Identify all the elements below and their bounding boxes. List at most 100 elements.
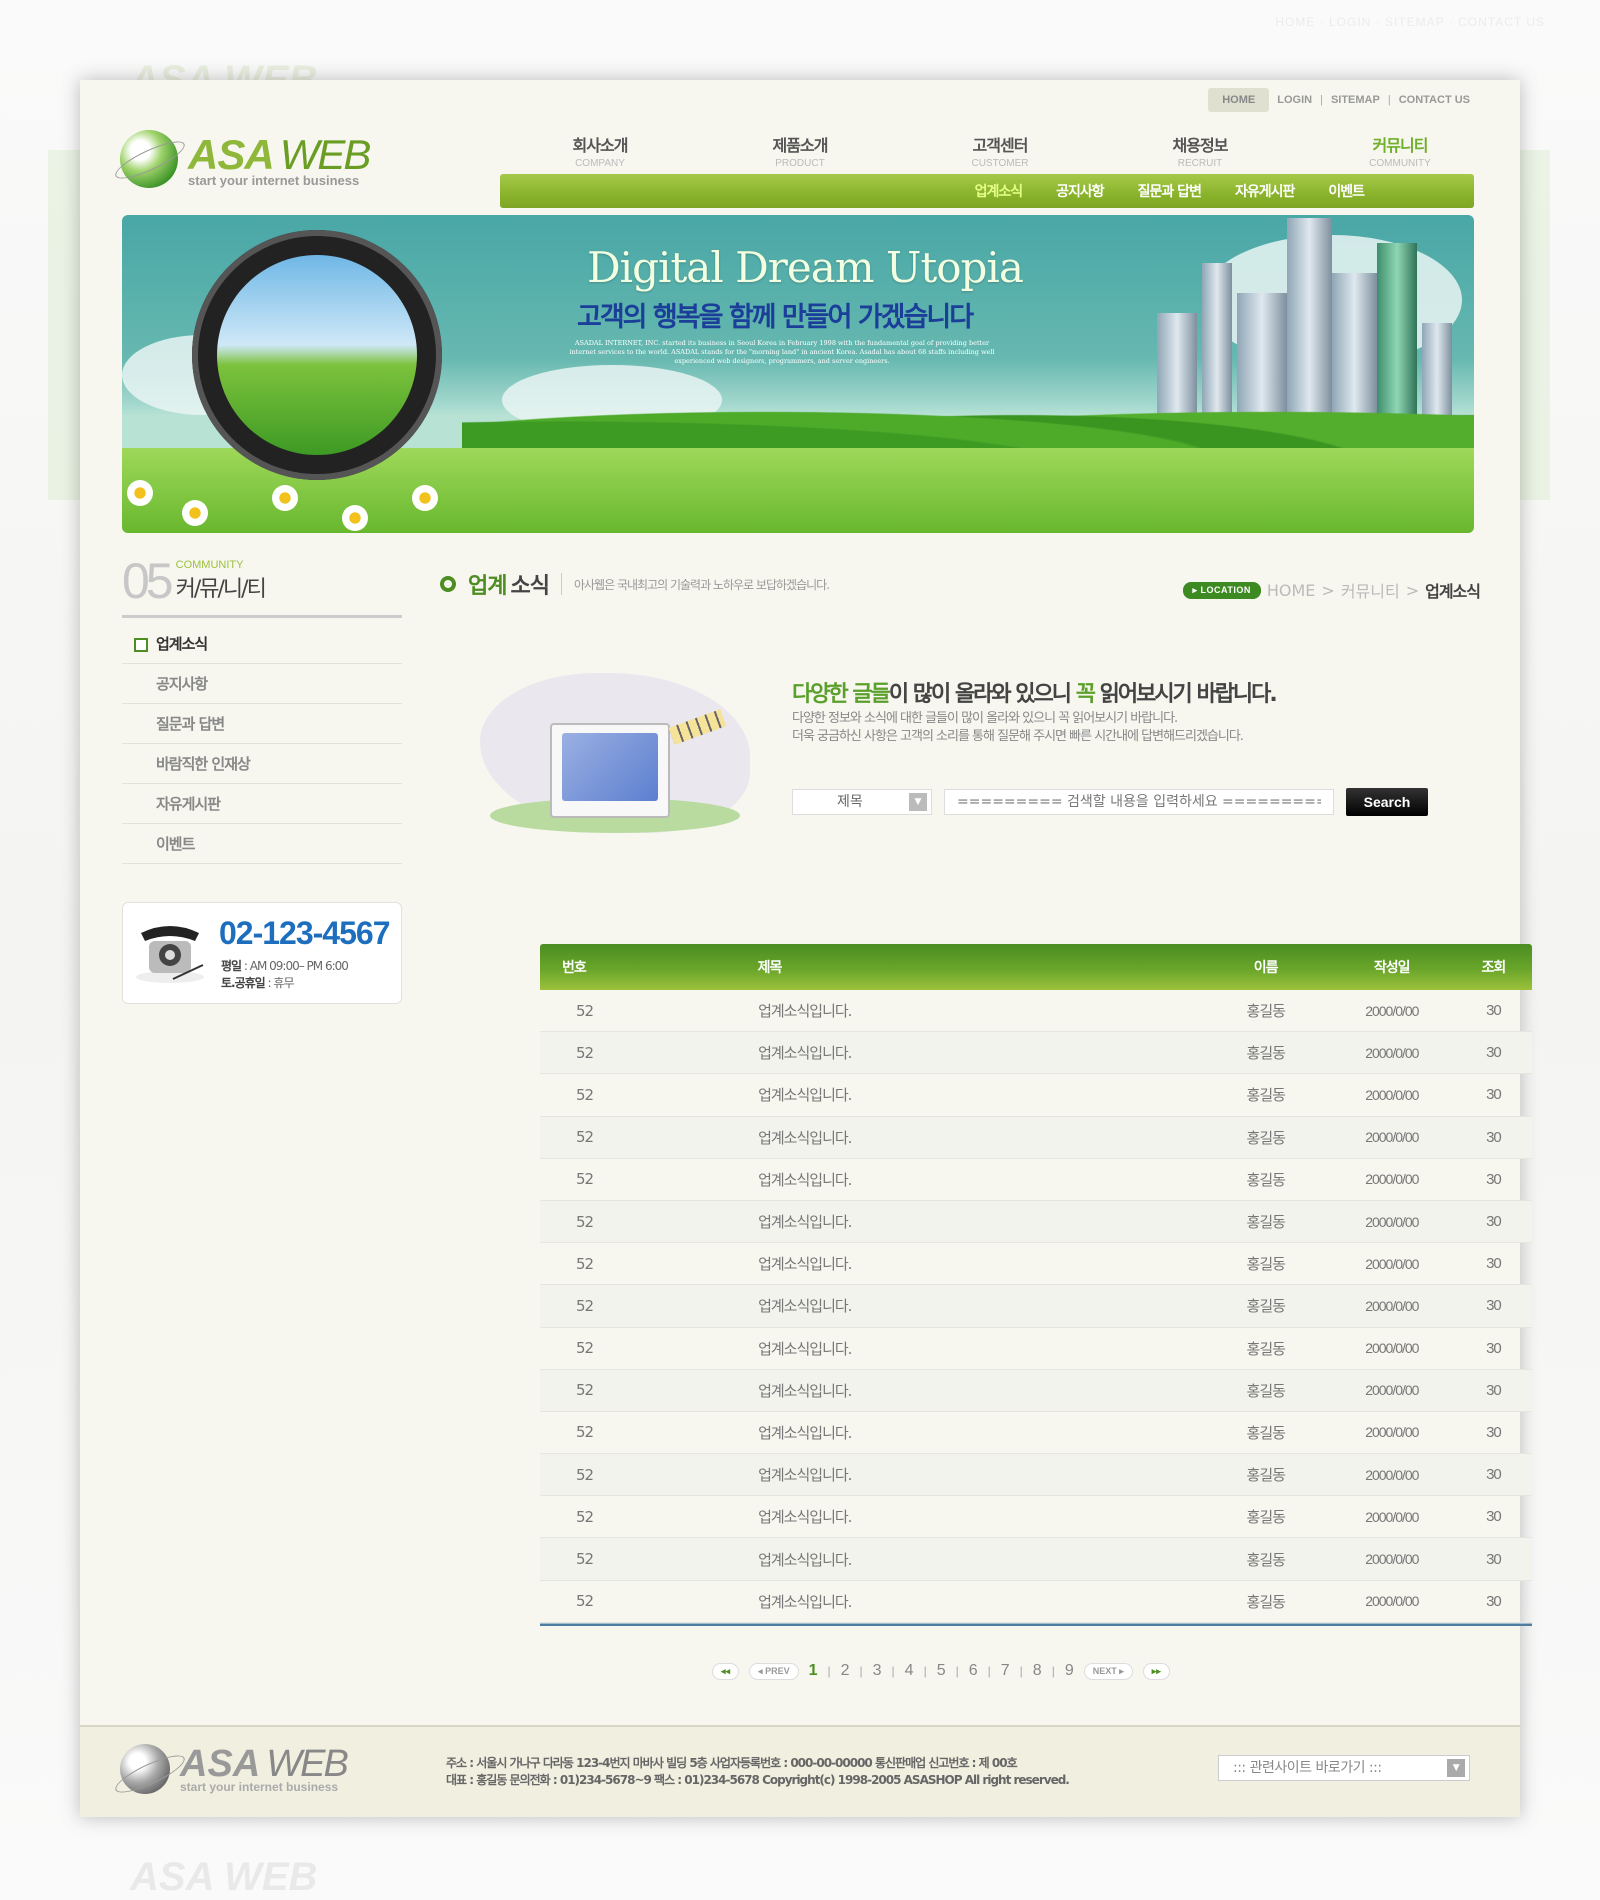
table-row[interactable]: 52 업계소식입니다. 홍길동 2000/0/00 30 <box>540 1243 1532 1286</box>
row-title[interactable]: 업계소식입니다. <box>628 1042 1173 1063</box>
sidebar-item-ideal-talent[interactable]: 바람직한 인재상 <box>122 744 402 784</box>
subnav-notice[interactable]: 공지사항 <box>1056 181 1105 201</box>
table-row[interactable]: 52 업계소식입니다. 홍길동 2000/0/00 30 <box>540 990 1532 1033</box>
breadcrumb-community[interactable]: 커뮤니티 <box>1341 578 1400 602</box>
footer-logo-asa: ASA <box>180 1743 261 1785</box>
page-3-link[interactable]: 3 <box>873 1662 882 1680</box>
row-author: 홍길동 <box>1246 1128 1286 1147</box>
sidebar-item-industry-news[interactable]: 업계소식 <box>122 624 402 664</box>
next-page-button[interactable]: NEXT ▸ <box>1083 1662 1133 1680</box>
nav-company[interactable]: 회사소개 COMPANY <box>500 132 700 169</box>
last-page-button[interactable]: ▸▸ <box>1142 1662 1170 1680</box>
table-row[interactable]: 52 업계소식입니다. 홍길동 2000/0/00 30 <box>540 1159 1532 1201</box>
page-9-link[interactable]: 9 <box>1065 1662 1074 1680</box>
breadcrumb-home[interactable]: HOME <box>1267 581 1316 600</box>
table-row[interactable]: 52 업계소식입니다. 홍길동 2000/0/00 30 <box>540 1496 1532 1539</box>
first-page-button[interactable]: ◂◂ <box>712 1662 740 1680</box>
page-2-link[interactable]: 2 <box>841 1662 850 1680</box>
row-title[interactable]: 업계소식입니다. <box>628 1211 1173 1232</box>
sitemap-link[interactable]: SITEMAP <box>1331 94 1380 106</box>
table-row[interactable]: 52 업계소식입니다. 홍길동 2000/0/00 30 <box>540 1032 1532 1075</box>
row-date: 2000/0/00 <box>1365 1171 1419 1188</box>
table-row[interactable]: 52 업계소식입니다. 홍길동 2000/0/00 30 <box>540 1581 1532 1623</box>
row-number: 52 <box>576 1170 594 1189</box>
page-5-link[interactable]: 5 <box>937 1662 946 1680</box>
row-title[interactable]: 업계소식입니다. <box>628 1127 1173 1148</box>
table-row[interactable]: 52 업계소식입니다. 홍길동 2000/0/00 30 <box>540 1538 1532 1581</box>
row-date: 2000/0/00 <box>1365 1086 1419 1103</box>
row-title[interactable]: 업계소식입니다. <box>628 1549 1173 1570</box>
subnav-industry-news[interactable]: 업계소식 <box>975 181 1024 201</box>
page-separator: | <box>859 1664 863 1678</box>
page-4-link[interactable]: 4 <box>905 1662 914 1680</box>
logo[interactable]: ASA WEB start your internet business <box>120 130 371 188</box>
page-separator: | <box>827 1664 831 1678</box>
chevron-down-icon: ▼ <box>1447 1759 1465 1777</box>
subnav-qna[interactable]: 질문과 답변 <box>1138 181 1202 201</box>
prev-page-button[interactable]: ◂ PREV <box>749 1662 799 1680</box>
daisy <box>412 485 438 511</box>
breadcrumb: ▸ LOCATION HOME > 커뮤니티 > 업계소식 <box>1182 578 1481 602</box>
row-number: 52 <box>576 1085 594 1104</box>
row-title[interactable]: 업계소식입니다. <box>628 1422 1173 1443</box>
subnav-free-board[interactable]: 자유게시판 <box>1235 181 1295 201</box>
sidebar-item-qna[interactable]: 질문과 답변 <box>122 704 402 744</box>
sidebar-item-notice[interactable]: 공지사항 <box>122 664 402 704</box>
related-sites-select[interactable]: ::: 관련사이트 바로가기 ::: ▼ <box>1218 1755 1470 1781</box>
table-header: 번호 제목 이름 작성일 조회 <box>540 944 1532 990</box>
page-8-link[interactable]: 8 <box>1033 1662 1042 1680</box>
address-line-2: 대표 : 홍길동 문의전화 : 01)234-5678~9 팩스 : 01)23… <box>446 1773 1070 1787</box>
table-row[interactable]: 52 업계소식입니다. 홍길동 2000/0/00 30 <box>540 1412 1532 1455</box>
nav-recruit[interactable]: 채용정보 RECRUIT <box>1100 132 1300 169</box>
nav-product[interactable]: 제품소개 PRODUCT <box>700 132 900 169</box>
row-date: 2000/0/00 <box>1365 1297 1419 1314</box>
table-row[interactable]: 52 업계소식입니다. 홍길동 2000/0/00 30 <box>540 1285 1532 1328</box>
row-title[interactable]: 업계소식입니다. <box>628 1380 1173 1401</box>
row-title[interactable]: 업계소식입니다. <box>628 1295 1173 1316</box>
daisy <box>342 505 368 531</box>
search-button[interactable]: Search <box>1346 788 1428 816</box>
page-7-link[interactable]: 7 <box>1001 1662 1010 1680</box>
page-1-link[interactable]: 1 <box>809 1662 818 1680</box>
nav-customer[interactable]: 고객센터 CUSTOMER <box>900 132 1100 169</box>
footer-logo: ASA WEB start your internet business <box>120 1743 349 1794</box>
row-views: 30 <box>1486 1423 1502 1441</box>
search-field-select[interactable]: 제목 ▼ <box>792 789 932 815</box>
subnav-event[interactable]: 이벤트 <box>1328 181 1365 201</box>
location-badge: ▸ LOCATION <box>1182 581 1261 599</box>
row-title[interactable]: 업계소식입니다. <box>628 1253 1173 1274</box>
row-title[interactable]: 업계소식입니다. <box>628 1506 1173 1527</box>
table-row[interactable]: 52 업계소식입니다. 홍길동 2000/0/00 30 <box>540 1074 1532 1117</box>
related-sites-value: ::: 관련사이트 바로가기 ::: <box>1233 1760 1382 1776</box>
separator: | <box>1387 94 1391 106</box>
table-row[interactable]: 52 업계소식입니다. 홍길동 2000/0/00 30 <box>540 1116 1532 1159</box>
row-title[interactable]: 업계소식입니다. <box>628 1000 1173 1021</box>
nav-community[interactable]: 커뮤니티 COMMUNITY <box>1300 132 1500 169</box>
sidebar-item-free-board[interactable]: 자유게시판 <box>122 784 402 824</box>
login-link[interactable]: LOGIN <box>1277 94 1312 106</box>
page-6-link[interactable]: 6 <box>969 1662 978 1680</box>
row-author: 홍길동 <box>1246 1213 1286 1232</box>
home-link[interactable]: HOME <box>1208 88 1270 112</box>
row-title[interactable]: 업계소식입니다. <box>628 1591 1173 1612</box>
row-title[interactable]: 업계소식입니다. <box>628 1338 1173 1359</box>
table-row[interactable]: 52 업계소식입니다. 홍길동 2000/0/00 30 <box>540 1328 1532 1370</box>
banner-title: Digital Dream Utopia <box>587 243 1024 292</box>
row-author: 홍길동 <box>1246 1550 1286 1569</box>
col-number: 번호 <box>562 960 587 976</box>
contact-box: 02-123-4567 평일 : AM 09:00– PM 6:00 토.공휴일… <box>122 902 402 1004</box>
search-input[interactable] <box>944 789 1334 815</box>
row-views: 30 <box>1486 1550 1502 1568</box>
camera-lens-image <box>192 230 442 480</box>
row-title[interactable]: 업계소식입니다. <box>628 1084 1173 1105</box>
sidebar: 05 COMMUNITY 커/뮤/니/티 업계소식 공지사항 질문과 답변 바람… <box>122 556 402 864</box>
row-title[interactable]: 업계소식입니다. <box>628 1464 1173 1485</box>
table-row[interactable]: 52 업계소식입니다. 홍길동 2000/0/00 30 <box>540 1200 1532 1244</box>
contact-link[interactable]: CONTACT US <box>1399 94 1470 106</box>
telephone-icon <box>136 926 204 983</box>
table-row[interactable]: 52 업계소식입니다. 홍길동 2000/0/00 30 <box>540 1454 1532 1497</box>
headline-part: 꼭 <box>1075 682 1096 707</box>
sidebar-item-event[interactable]: 이벤트 <box>122 824 402 864</box>
row-title[interactable]: 업계소식입니다. <box>628 1169 1173 1190</box>
table-row[interactable]: 52 업계소식입니다. 홍길동 2000/0/00 30 <box>540 1369 1532 1412</box>
